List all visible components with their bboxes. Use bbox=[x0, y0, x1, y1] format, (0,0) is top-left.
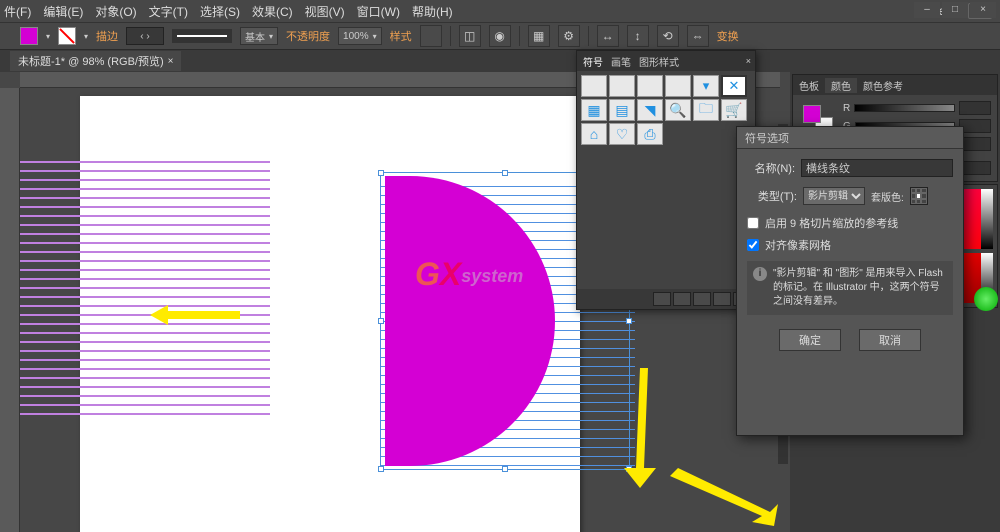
stripe-pattern-left bbox=[20, 161, 270, 422]
enable-9slice-label: 启用 9 格切片缩放的参考线 bbox=[765, 215, 898, 231]
tab-brushes[interactable]: 画笔 bbox=[611, 54, 631, 69]
menu-effect[interactable]: 效果(C) bbox=[252, 3, 293, 20]
transform-label[interactable]: 变换 bbox=[717, 28, 739, 44]
window-minimize[interactable]: – bbox=[914, 2, 940, 18]
symbol-rss-icon[interactable]: ◥ bbox=[637, 99, 663, 121]
fill-swatch[interactable] bbox=[20, 27, 38, 45]
align-pixel-checkbox[interactable] bbox=[747, 239, 759, 251]
symbol-print-icon[interactable]: ⎙ bbox=[637, 123, 663, 145]
menu-window[interactable]: 窗口(W) bbox=[357, 3, 400, 20]
window-close[interactable]: × bbox=[970, 2, 996, 18]
panel-close-icon[interactable]: × bbox=[746, 56, 755, 66]
symbol-item[interactable] bbox=[665, 75, 691, 97]
ok-button[interactable]: 确定 bbox=[779, 329, 841, 351]
symbol-item[interactable] bbox=[637, 75, 663, 97]
symbol-grid: ▾ ✕ ▦ ▤ ◥ 🔍 🗀 🛒 ⌂ ♡ ⎙ bbox=[577, 71, 755, 149]
menu-text[interactable]: 文字(T) bbox=[149, 3, 188, 20]
tab-color[interactable]: 颜色 bbox=[825, 78, 857, 93]
symbol-item-close[interactable]: ✕ bbox=[721, 75, 747, 97]
stroke-profile[interactable] bbox=[172, 29, 232, 43]
document-tab-bar: 未标题-1* @ 98% (RGB/预览) × bbox=[0, 50, 1000, 72]
info-text: "影片剪辑" 和 "图形" 是用来导入 Flash 的标记。在 Illustra… bbox=[773, 267, 947, 309]
symbol-home-icon[interactable]: ⌂ bbox=[581, 123, 607, 145]
dialog-title: 符号选项 bbox=[737, 127, 963, 149]
type-select[interactable]: 影片剪辑 bbox=[803, 187, 865, 205]
menu-object[interactable]: 对象(O) bbox=[95, 3, 136, 20]
tab-color-guide[interactable]: 颜色参考 bbox=[857, 78, 909, 93]
symbols-panel: 符号 画笔 图形样式 × ▾ ✕ ▦ ▤ ◥ 🔍 🗀 🛒 ⌂ ♡ ⎙ bbox=[576, 50, 756, 310]
cancel-button[interactable]: 取消 bbox=[859, 329, 921, 351]
align-icon[interactable]: ◫ bbox=[459, 25, 481, 47]
symbol-heart-icon[interactable]: ♡ bbox=[609, 123, 635, 145]
tab-symbols[interactable]: 符号 bbox=[583, 54, 603, 69]
info-icon: i bbox=[753, 267, 767, 281]
menu-bar: 件(F) 编辑(E) 对象(O) 文字(T) 选择(S) 效果(C) 视图(V)… bbox=[0, 0, 1000, 22]
registration-label: 套版色: bbox=[871, 189, 904, 204]
handle-bottom-left[interactable] bbox=[378, 466, 384, 472]
stroke-weight-input[interactable]: ‹ › bbox=[126, 27, 164, 45]
opacity-label: 不透明度 bbox=[286, 28, 330, 44]
align-pixel-label: 对齐像素网格 bbox=[765, 237, 831, 253]
r-value[interactable] bbox=[959, 101, 991, 115]
doc-setup-icon[interactable]: ▦ bbox=[528, 25, 550, 47]
options-bar: ▾ ▾ 描边 ‹ › 基本 不透明度 100% 样式 ◫ ◉ ▦ ⚙ ↔ ↕ ⟲… bbox=[0, 22, 1000, 50]
symbol-calendar-icon[interactable]: ▦ bbox=[581, 99, 607, 121]
symbol-foot-btn[interactable] bbox=[653, 292, 671, 306]
registration-grid[interactable] bbox=[910, 187, 928, 205]
symbol-cart-icon[interactable]: 🛒 bbox=[721, 99, 747, 121]
type-label: 类型(T): bbox=[747, 188, 797, 204]
tab-graphic-styles[interactable]: 图形样式 bbox=[639, 54, 679, 69]
handle-mid-right[interactable] bbox=[626, 318, 632, 324]
r-slider[interactable] bbox=[854, 104, 955, 112]
menu-select[interactable]: 选择(S) bbox=[200, 3, 240, 20]
stroke-swatch-none[interactable] bbox=[58, 27, 76, 45]
annotation-arrow-mid bbox=[620, 368, 660, 488]
symbol-folder-icon[interactable]: 🗀 bbox=[693, 99, 719, 121]
symbol-new-btn[interactable] bbox=[713, 292, 731, 306]
style-label: 样式 bbox=[390, 28, 412, 44]
watermark: GXsystem bbox=[415, 256, 523, 293]
pref-icon[interactable]: ⚙ bbox=[558, 25, 580, 47]
transform-icon-3[interactable]: ⟲ bbox=[657, 25, 679, 47]
symbol-item[interactable] bbox=[609, 75, 635, 97]
transform-icon-2[interactable]: ↕ bbox=[627, 25, 649, 47]
ruler-vertical[interactable] bbox=[0, 88, 20, 532]
handle-bottom-mid[interactable] bbox=[502, 466, 508, 472]
symbol-foot-btn[interactable] bbox=[673, 292, 691, 306]
symbol-search-icon[interactable]: 🔍 bbox=[665, 99, 691, 121]
opacity-dropdown[interactable]: 100% bbox=[338, 27, 382, 45]
recolor-icon[interactable]: ◉ bbox=[489, 25, 511, 47]
annotation-arrow-right bbox=[670, 468, 780, 528]
annotation-arrow-left bbox=[150, 303, 240, 327]
handle-mid-left[interactable] bbox=[378, 318, 384, 324]
symbol-item[interactable]: ▾ bbox=[693, 75, 719, 97]
transform-icon-1[interactable]: ↔ bbox=[597, 25, 619, 47]
handle-top-mid[interactable] bbox=[502, 170, 508, 176]
name-label: 名称(N): bbox=[747, 160, 795, 176]
name-input[interactable] bbox=[801, 159, 953, 177]
menu-view[interactable]: 视图(V) bbox=[305, 3, 345, 20]
handle-top-left[interactable] bbox=[378, 170, 384, 176]
symbol-foot-btn[interactable] bbox=[693, 292, 711, 306]
menu-edit[interactable]: 编辑(E) bbox=[43, 3, 83, 20]
stroke-style-dropdown[interactable]: 基本 bbox=[240, 27, 278, 45]
menu-help[interactable]: 帮助(H) bbox=[412, 3, 453, 20]
enable-9slice-checkbox[interactable] bbox=[747, 217, 759, 229]
help-badge-icon[interactable] bbox=[974, 287, 998, 311]
symbol-options-dialog: 符号选项 名称(N): 类型(T): 影片剪辑 套版色: 启用 9 格切片缩放的… bbox=[736, 126, 964, 436]
tab-label: 未标题-1* @ 98% (RGB/预览) bbox=[18, 53, 164, 69]
transform-icon-4[interactable]: ⇔ bbox=[687, 25, 709, 47]
symbol-film-icon[interactable]: ▤ bbox=[609, 99, 635, 121]
document-tab[interactable]: 未标题-1* @ 98% (RGB/预览) × bbox=[10, 51, 181, 71]
window-maximize[interactable]: □ bbox=[942, 2, 968, 18]
symbol-item[interactable] bbox=[581, 75, 607, 97]
stroke-label: 描边 bbox=[96, 28, 118, 44]
tab-close-icon[interactable]: × bbox=[168, 56, 174, 67]
style-picker[interactable] bbox=[420, 25, 442, 47]
menu-file[interactable]: 件(F) bbox=[4, 3, 31, 20]
tab-swatches[interactable]: 色板 bbox=[793, 78, 825, 93]
